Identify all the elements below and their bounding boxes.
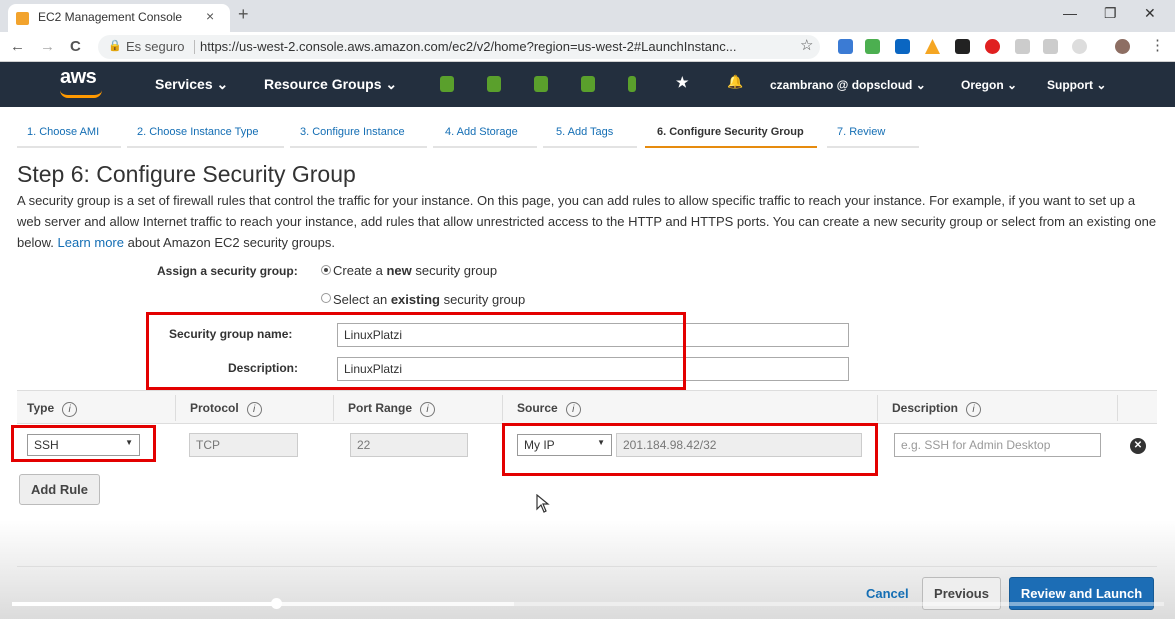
- radio-create-new-label[interactable]: Create a new security group: [333, 263, 497, 278]
- bell-icon[interactable]: 🔔: [727, 74, 743, 90]
- linkedin-icon[interactable]: [895, 39, 910, 54]
- step-underline: [543, 146, 637, 148]
- step-underline: [827, 146, 919, 148]
- column-separator: [877, 395, 878, 421]
- highlight-box: [146, 312, 686, 390]
- url-text: https://us-west-2.console.aws.amazon.com…: [200, 39, 737, 54]
- step-underline: [127, 146, 284, 148]
- step-underline: [17, 146, 121, 148]
- region-menu[interactable]: Oregon ⌄: [961, 78, 1017, 92]
- extension-icon[interactable]: [1072, 39, 1087, 54]
- user-menu[interactable]: czambrano @ dopscloud ⌄: [770, 78, 926, 92]
- secure-label: Es seguro: [126, 39, 185, 54]
- divider: [194, 40, 195, 54]
- learn-more-link[interactable]: Learn more: [58, 235, 124, 250]
- remove-rule-icon[interactable]: ✕: [1130, 438, 1146, 454]
- service-shortcut-icon[interactable]: [440, 76, 454, 92]
- rule-port-range-field: 22: [350, 433, 468, 457]
- support-menu[interactable]: Support ⌄: [1047, 78, 1106, 92]
- browser-tab[interactable]: EC2 Management Console ×: [8, 4, 230, 32]
- forward-icon[interactable]: →: [40, 38, 55, 55]
- wizard-step-review[interactable]: 7. Review: [837, 126, 885, 138]
- rule-description-input[interactable]: e.g. SSH for Admin Desktop: [894, 433, 1101, 457]
- profile-avatar[interactable]: [1115, 39, 1130, 54]
- opera-icon[interactable]: [985, 39, 1000, 54]
- info-icon[interactable]: i: [246, 402, 262, 417]
- extension-icon[interactable]: [1043, 39, 1058, 54]
- service-shortcut-icon[interactable]: [581, 76, 595, 92]
- pin-icon[interactable]: ★: [676, 74, 689, 91]
- browser-address-bar: ← → C 🔒 Es seguro https://us-west-2.cons…: [0, 32, 1175, 62]
- wizard-step-add-storage[interactable]: 4. Add Storage: [445, 126, 518, 138]
- step-underline-active: [645, 146, 817, 148]
- browser-tab-bar: EC2 Management Console × + — ❐ ✕: [0, 0, 1175, 32]
- description-text-end: about Amazon EC2 security groups.: [127, 235, 335, 250]
- wizard-step-configure-instance[interactable]: 3. Configure Instance: [300, 126, 405, 138]
- extension-icon[interactable]: [838, 39, 853, 54]
- amazon-extension-icon[interactable]: [955, 39, 970, 54]
- radio-select-existing[interactable]: [321, 293, 331, 303]
- services-menu[interactable]: Services ⌄: [155, 76, 228, 93]
- column-separator: [175, 395, 176, 421]
- highlight-box: [11, 425, 156, 462]
- lock-icon: 🔒: [108, 40, 122, 52]
- service-shortcut-icon[interactable]: [487, 76, 501, 92]
- header-description: Description i: [892, 401, 982, 417]
- wizard-step-instance-type[interactable]: 2. Choose Instance Type: [137, 126, 259, 138]
- info-icon[interactable]: i: [565, 402, 581, 417]
- rule-protocol-field: TCP: [189, 433, 298, 457]
- page-title: Step 6: Configure Security Group: [17, 161, 356, 187]
- info-icon[interactable]: i: [62, 402, 78, 417]
- header-source: Source i: [517, 401, 581, 417]
- assign-group-label: Assign a security group:: [157, 264, 298, 278]
- radio-select-existing-label[interactable]: Select an existing security group: [333, 292, 525, 307]
- aws-logo[interactable]: aws: [60, 66, 97, 89]
- service-shortcut-icon[interactable]: [628, 76, 636, 92]
- service-shortcut-icon[interactable]: [534, 76, 548, 92]
- wizard-step-add-tags[interactable]: 5. Add Tags: [556, 126, 613, 138]
- cancel-button[interactable]: Cancel: [866, 586, 909, 601]
- column-separator: [333, 395, 334, 421]
- tab-close-icon[interactable]: ×: [206, 8, 214, 24]
- extension-icon[interactable]: [1015, 39, 1030, 54]
- minimize-icon[interactable]: —: [1063, 5, 1077, 21]
- extension-icon[interactable]: [865, 39, 880, 54]
- reload-icon[interactable]: C: [70, 38, 81, 55]
- step-underline: [433, 146, 537, 148]
- close-window-icon[interactable]: ✕: [1144, 5, 1156, 22]
- page-description: A security group is a set of firewall ru…: [17, 190, 1162, 253]
- add-rule-button[interactable]: Add Rule: [19, 474, 100, 505]
- aws-favicon-icon: [16, 12, 29, 25]
- wizard-step-choose-ami[interactable]: 1. Choose AMI: [27, 126, 99, 138]
- new-tab-icon[interactable]: +: [238, 4, 249, 25]
- mouse-cursor-icon: [536, 493, 550, 519]
- column-separator: [1117, 395, 1118, 421]
- video-scrub-handle[interactable]: [271, 598, 282, 609]
- bookmark-star-icon[interactable]: ☆: [800, 36, 813, 54]
- restore-icon[interactable]: ❐: [1104, 5, 1117, 22]
- back-icon[interactable]: ←: [10, 38, 25, 55]
- column-separator: [502, 395, 503, 421]
- aws-logo-smile: [60, 90, 102, 98]
- video-progress-fill: [12, 602, 276, 606]
- tab-title: EC2 Management Console: [38, 10, 183, 24]
- extension-icon[interactable]: [925, 39, 940, 54]
- highlight-box: [502, 423, 878, 476]
- resource-groups-menu[interactable]: Resource Groups ⌄: [264, 76, 397, 93]
- info-icon[interactable]: i: [966, 402, 982, 417]
- browser-menu-icon[interactable]: ⋮: [1150, 36, 1165, 54]
- header-type: Type i: [27, 401, 78, 417]
- url-field[interactable]: 🔒 Es seguro https://us-west-2.console.aw…: [98, 35, 820, 59]
- header-port-range: Port Range i: [348, 401, 436, 417]
- wizard-step-security-group[interactable]: 6. Configure Security Group: [657, 126, 804, 138]
- info-icon[interactable]: i: [420, 402, 436, 417]
- rules-table-header: Type i Protocol i Port Range i Source i Desc…: [17, 390, 1157, 424]
- aws-top-nav: aws Services ⌄ Resource Groups ⌄ ★ 🔔 cza…: [0, 62, 1175, 107]
- step-underline: [290, 146, 427, 148]
- header-protocol: Protocol i: [190, 401, 262, 417]
- footer-divider: [17, 566, 1157, 567]
- radio-create-new[interactable]: [321, 265, 331, 275]
